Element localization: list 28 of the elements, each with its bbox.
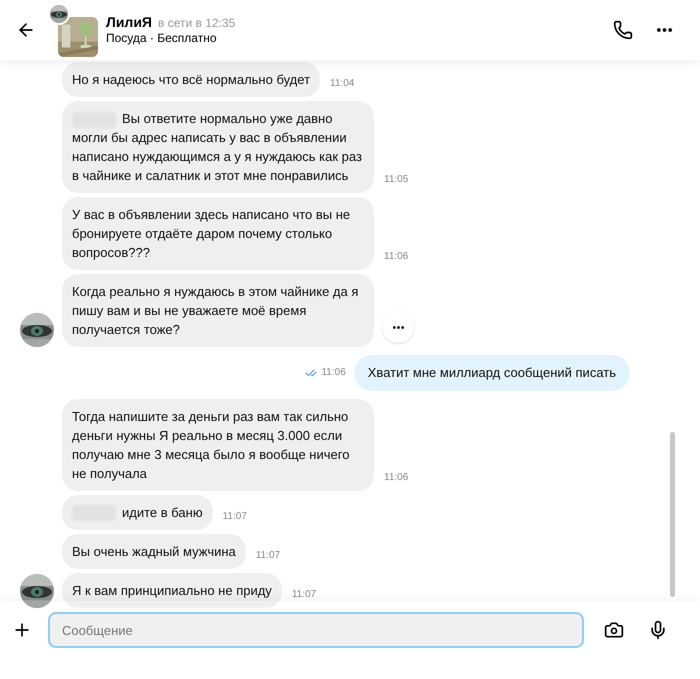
camera-icon	[604, 620, 624, 640]
message-bubble: Хватит мне миллиард сообщений писать	[354, 355, 630, 390]
presence-status: в сети в 12:35	[158, 16, 236, 31]
more-icon	[392, 326, 404, 328]
listing-subtitle: Посуда · Бесплатно	[106, 31, 218, 46]
message-input[interactable]: Сообщение	[48, 612, 584, 648]
message-time: 11:07	[256, 548, 280, 562]
contact-name: ЛилиЯ	[106, 14, 152, 32]
message-text: Тогда напишите за деньги раз вам так сильно деньги нужны Я реально в месяц 3.000 если получаю мне 3 месяца было я вообще ничего не получала	[72, 408, 350, 480]
message-time: 11:05	[384, 173, 408, 187]
message-text: У вас в объявлении здесь написано что вы не бронируете отдаёте даром почему столько вопросов???	[72, 207, 350, 260]
message-text: Я к вам принципиально не приду	[72, 582, 272, 598]
message-time: 11:07	[222, 510, 247, 524]
more-icon	[657, 28, 672, 32]
message-time: 11:06	[384, 250, 408, 264]
message-text: Вы ответите нормально уже давно могли бы адрес написать у вас в объявлении написано нуждающимся а у я нуждаюсь как раз в чайнике и салатник и этот мне понравились	[72, 111, 362, 183]
message-text: Вы очень жадный мужчина	[72, 544, 236, 558]
message-text: Когда реально я нуждаюсь в этом чайнике да я пишу вам и вы не уважаете моё время получается тоже?	[72, 284, 358, 337]
camera-button[interactable]	[604, 620, 624, 640]
message-text: идите в баню	[122, 504, 203, 520]
phone-icon	[613, 20, 633, 40]
message-time: 11:06	[384, 470, 408, 484]
message-text: Но я надеюсь что всё нормально будет	[72, 72, 310, 87]
scrollbar[interactable]	[670, 432, 675, 597]
call-button[interactable]	[613, 20, 633, 40]
message-time: 11:06	[321, 366, 346, 380]
message-time: 11:07	[292, 588, 316, 602]
message-time: 11:04	[330, 77, 354, 91]
